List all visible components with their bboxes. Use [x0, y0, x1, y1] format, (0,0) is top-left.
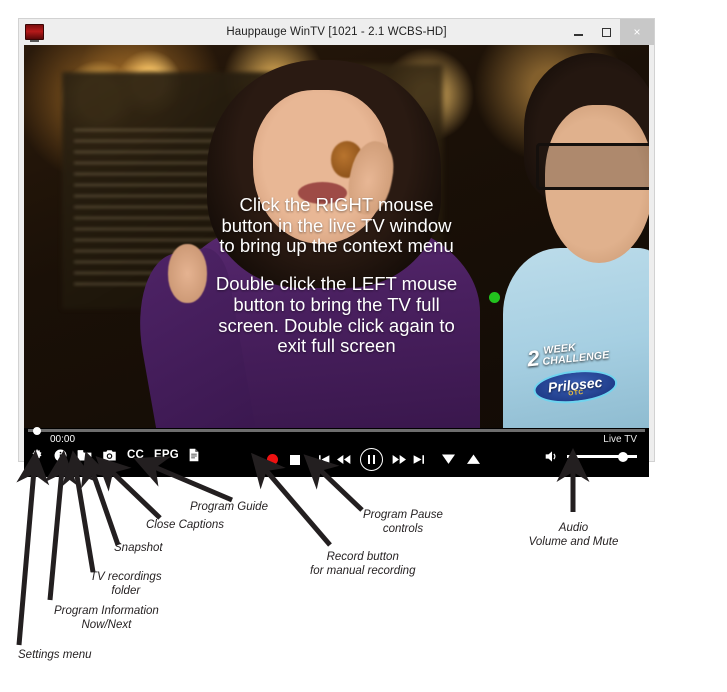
title-bar[interactable]: Hauppauge WinTV [1021 - 2.1 WCBS-HD] × [19, 19, 654, 45]
stop-button[interactable] [290, 454, 300, 465]
program-info-icon[interactable] [54, 449, 67, 462]
overlay-line-6: screen. Double click again to [218, 314, 455, 336]
minimize-button[interactable] [564, 19, 592, 45]
left-icon-group: CC EPG [30, 448, 199, 462]
annotation-captions: Close Captions [146, 519, 224, 531]
seek-handle[interactable] [33, 426, 41, 435]
volume-slider-handle[interactable] [618, 451, 628, 462]
transport-controls [267, 448, 480, 471]
next-button[interactable] [413, 454, 424, 465]
instruction-overlay: Click the RIGHT mouse button in the live… [24, 194, 649, 357]
fast-forward-button[interactable] [392, 454, 406, 465]
eyeglasses-icon [535, 142, 649, 191]
overlay-line-1: Click the RIGHT mouse [239, 194, 434, 215]
wintv-window: Hauppauge WinTV [1021 - 2.1 WCBS-HD] × 2… [18, 18, 655, 477]
live-tv-video[interactable]: 2 WEEK CHALLENGE Prilosec OTC Click the … [24, 45, 649, 428]
annotation-program-info: Program Information Now/Next [54, 605, 159, 632]
document-icon[interactable] [189, 448, 199, 462]
annotation-guide: Program Guide [190, 501, 268, 513]
close-button[interactable]: × [620, 19, 654, 45]
pause-button[interactable] [360, 448, 383, 471]
timecode-label: 00:00 [50, 434, 76, 445]
overlay-line-7: exit full screen [277, 335, 396, 357]
annotation-record: Record button for manual recording [310, 551, 416, 578]
annotation-settings: Settings menu [18, 649, 92, 661]
closed-captions-icon[interactable]: CC [127, 449, 144, 461]
live-tv-label: Live TV [603, 434, 637, 445]
speaker-icon[interactable] [545, 450, 559, 463]
settings-gear-icon[interactable] [30, 448, 44, 462]
window-buttons: × [564, 19, 654, 45]
recordings-folder-icon[interactable] [77, 449, 92, 462]
control-bar: 00:00 Live TV CC EPG [24, 426, 649, 477]
volume-controls [545, 450, 637, 463]
volume-slider[interactable] [567, 451, 637, 462]
tv-app-icon [25, 24, 44, 42]
channel-up-button[interactable] [467, 454, 480, 465]
annotation-snapshot: Snapshot [114, 542, 163, 554]
overlay-line-5: button to bring the TV full [233, 293, 440, 315]
epg-icon[interactable]: EPG [154, 449, 179, 461]
overlay-line-4: Double click the LEFT mouse [215, 273, 458, 295]
annotation-pause: Program Pause controls [363, 509, 443, 536]
window-title: Hauppauge WinTV [1021 - 2.1 WCBS-HD] [226, 26, 447, 38]
channel-down-button[interactable] [442, 454, 455, 465]
previous-button[interactable] [319, 454, 330, 465]
mouse-cursor-dot [489, 292, 500, 303]
record-button[interactable] [267, 454, 278, 465]
seek-bar[interactable] [28, 426, 645, 435]
annotation-audio: Audio Volume and Mute [528, 522, 619, 549]
annotation-recordings: TV recordings folder [90, 571, 162, 598]
maximize-button[interactable] [592, 19, 620, 45]
rewind-button[interactable] [337, 454, 351, 465]
overlay-line-3: to bring up the context menu [219, 235, 454, 257]
overlay-line-2: button in the live TV window [221, 214, 452, 236]
snapshot-camera-icon[interactable] [102, 449, 117, 462]
